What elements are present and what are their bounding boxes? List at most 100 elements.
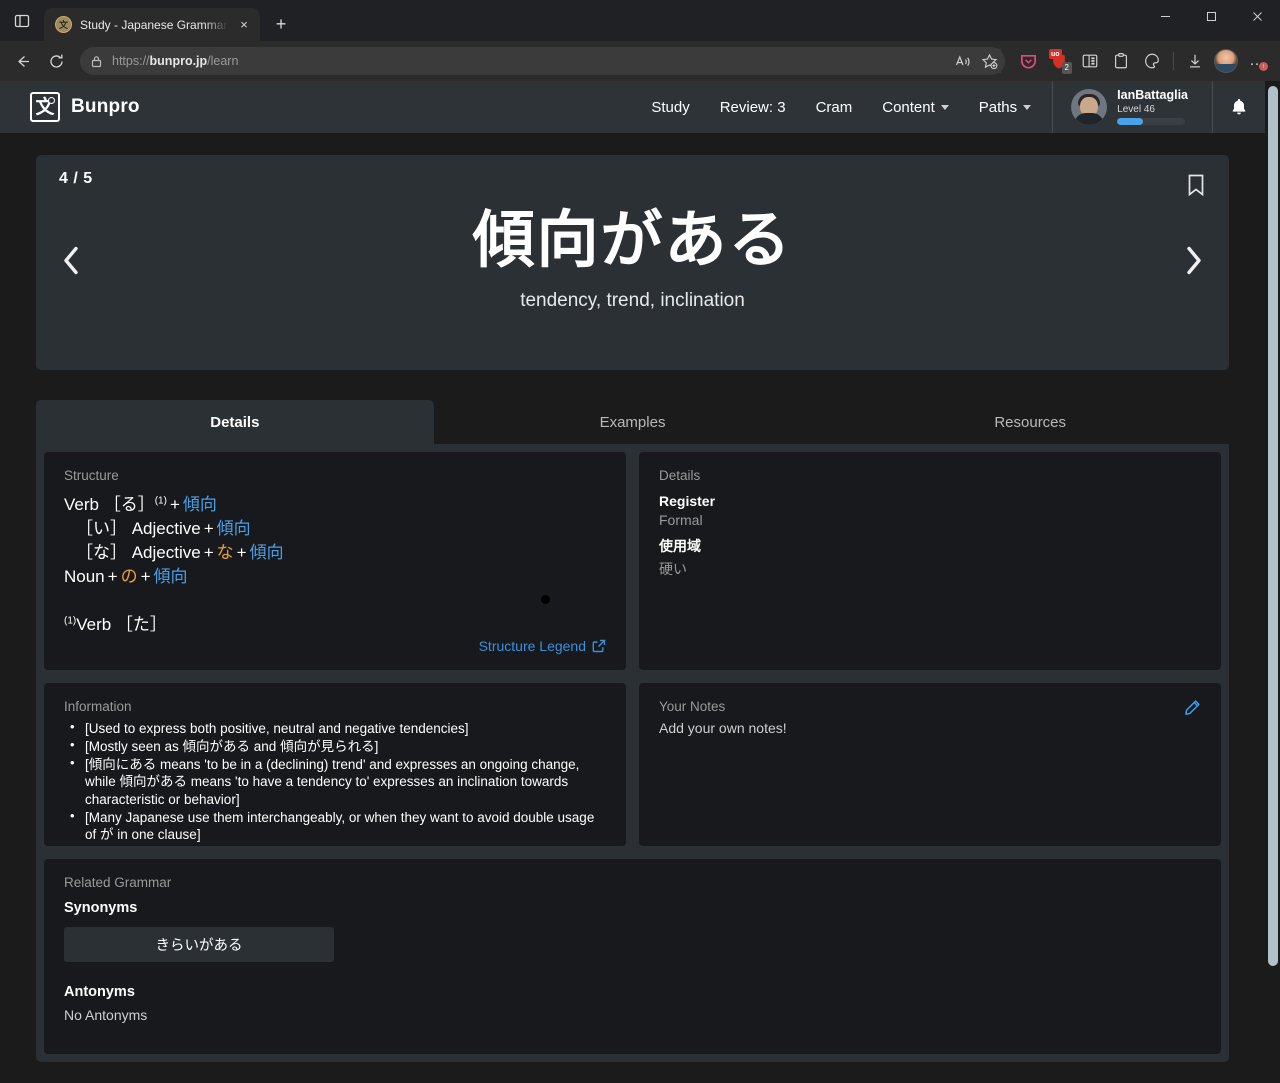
structure-footnote-ref: (1) — [154, 495, 167, 507]
url-text: https://bunpro.jp/learn — [112, 54, 239, 68]
nav-item-cram[interactable]: Cram — [801, 81, 868, 133]
detail-key: Register — [659, 493, 716, 509]
notification-pin: ↑ — [1259, 62, 1268, 71]
back-icon[interactable] — [6, 45, 38, 77]
profile-avatar[interactable] — [1211, 45, 1241, 77]
tab-details[interactable]: Details — [36, 400, 434, 444]
structure-line: ［な］ Adjective + な + 傾向 — [64, 541, 606, 565]
footnote-text: Verb ［た］ — [76, 614, 167, 634]
window-controls — [1142, 0, 1280, 33]
lesson-counter: 4 / 5 — [59, 170, 93, 187]
information-list: [Used to express both positive, neutral … — [64, 719, 606, 843]
details-panel: Structure Verb ［る］(1) + 傾向 ［い］ Adjective + 傾… — [36, 444, 1229, 1062]
plus-sign: + — [140, 567, 151, 587]
browser-titlebar: 文 Study - Japanese Grammar Expla × + — [0, 0, 1280, 41]
avatar — [1071, 89, 1108, 125]
bunpro-logo-icon: 文 — [30, 92, 60, 122]
structure-part: 傾向 — [153, 567, 188, 587]
nav-item-content[interactable]: Content — [867, 81, 964, 133]
settings-and-more-icon[interactable]: … ↑ — [1242, 45, 1272, 77]
browser-tab[interactable]: 文 Study - Japanese Grammar Expla × — [44, 8, 260, 41]
nav-item-review[interactable]: Review: 3 — [705, 81, 801, 133]
maximize-icon[interactable] — [1188, 0, 1234, 33]
nav-label: Study — [651, 98, 690, 116]
close-window-icon[interactable] — [1234, 0, 1280, 33]
ublock-origin-extension-icon[interactable]: uo 2 — [1044, 45, 1074, 77]
user-profile-widget[interactable]: IanBattaglia Level 46 — [1053, 81, 1206, 133]
nav-label: Cram — [815, 98, 853, 116]
user-name: IanBattaglia — [1117, 87, 1188, 102]
close-icon[interactable]: × — [236, 17, 252, 33]
structure-part: 傾向 — [249, 543, 284, 563]
structure-footnote: (1)Verb ［た］ — [64, 610, 606, 635]
downloads-icon[interactable] — [1180, 45, 1210, 77]
list-item: [Used to express both positive, neutral … — [64, 719, 606, 737]
scrollbar-thumb[interactable] — [1268, 86, 1278, 966]
chevron-down-icon — [940, 104, 949, 110]
brand-name: Bunpro — [71, 96, 140, 117]
browser-toolbar: https://bunpro.jp/learn uo 2 … ↑ — [0, 41, 1280, 81]
external-link-icon — [592, 639, 606, 653]
bookmark-icon[interactable] — [1185, 173, 1207, 202]
plus-sign: + — [169, 495, 180, 514]
nav-label: Paths — [978, 98, 1018, 116]
add-favorite-icon[interactable] — [977, 49, 1001, 73]
related-grammar-label: Related Grammar — [64, 875, 172, 890]
details-label: Details — [659, 468, 701, 483]
structure-part: ［な］ Adjective — [76, 543, 201, 563]
structure-part: 傾向 — [182, 495, 217, 514]
detail-value: Formal — [659, 512, 703, 528]
details-card: Details Register Formal 使用域 硬い — [639, 452, 1221, 670]
page-scrollbar[interactable] — [1265, 81, 1280, 1083]
chevron-down-icon — [1023, 104, 1032, 110]
detail-value: 硬い — [659, 561, 687, 577]
structure-card: Structure Verb ［る］(1) + 傾向 ［い］ Adjective + 傾… — [44, 452, 626, 670]
list-item: [Many Japanese use them interchangeably,… — [64, 808, 606, 843]
previous-grammar-button[interactable] — [58, 243, 84, 282]
plus-sign: + — [203, 519, 214, 539]
nav-item-study[interactable]: Study — [636, 81, 704, 133]
nav-label: Review: 3 — [719, 98, 786, 116]
list-item: [傾向にある means 'to be in a (declining) tre… — [64, 755, 606, 807]
tab-actions-button[interactable] — [0, 0, 44, 41]
minimize-icon[interactable] — [1142, 0, 1188, 33]
synonym-chip[interactable]: きらいがある — [64, 927, 334, 962]
structure-label: Structure — [64, 468, 119, 483]
antonyms-empty: No Antonyms — [64, 1007, 148, 1023]
brand-logo-link[interactable]: 文 Bunpro — [30, 92, 140, 122]
tab-title: Study - Japanese Grammar Expla — [80, 17, 228, 32]
next-grammar-button[interactable] — [1181, 243, 1207, 282]
tab-examples[interactable]: Examples — [434, 400, 832, 444]
address-bar[interactable]: https://bunpro.jp/learn — [80, 47, 1005, 75]
structure-part: Noun — [64, 567, 105, 587]
structure-legend-link[interactable]: Structure Legend — [479, 638, 606, 654]
lock-icon — [91, 55, 102, 67]
page-viewport: 文 Bunpro Study Review: 3 Cram Content Pa… — [0, 81, 1280, 1083]
antonyms-heading: Antonyms — [64, 984, 135, 1000]
reload-icon[interactable] — [40, 45, 72, 77]
browser-essentials-icon[interactable] — [1137, 45, 1167, 77]
legend-link-label: Structure Legend — [478, 638, 586, 654]
synonyms-heading: Synonyms — [64, 900, 138, 916]
clipboard-icon[interactable] — [1106, 45, 1136, 77]
notifications-bell-icon[interactable] — [1213, 97, 1265, 117]
detail-tabs: Details Examples Resources — [36, 400, 1229, 444]
grammar-term: 傾向がある — [472, 205, 793, 275]
grammar-meaning: tendency, trend, inclination — [520, 290, 745, 312]
read-aloud-icon[interactable] — [951, 49, 975, 73]
extension-label: uo — [1049, 49, 1062, 59]
structure-part: な — [216, 543, 234, 563]
browser-window: 文 Study - Japanese Grammar Expla × + — [0, 0, 1280, 1083]
plus-sign: + — [236, 543, 247, 563]
collections-icon[interactable] — [1075, 45, 1105, 77]
toolbar-extensions: uo 2 … ↑ — [1013, 45, 1274, 77]
main-nav: Study Review: 3 Cram Content Paths IanBa… — [636, 81, 1265, 133]
nav-item-paths[interactable]: Paths — [964, 81, 1046, 133]
pocket-extension-icon[interactable] — [1013, 45, 1043, 77]
pencil-icon[interactable] — [1184, 699, 1201, 721]
tab-resources[interactable]: Resources — [831, 400, 1229, 444]
structure-line: Verb ［る］(1) + 傾向 — [64, 493, 606, 517]
new-tab-button[interactable]: + — [266, 9, 296, 39]
information-card: Information [Used to express both positi… — [44, 683, 626, 846]
list-item: [Mostly seen as 傾向がある and 傾向が見られる] — [64, 737, 606, 755]
